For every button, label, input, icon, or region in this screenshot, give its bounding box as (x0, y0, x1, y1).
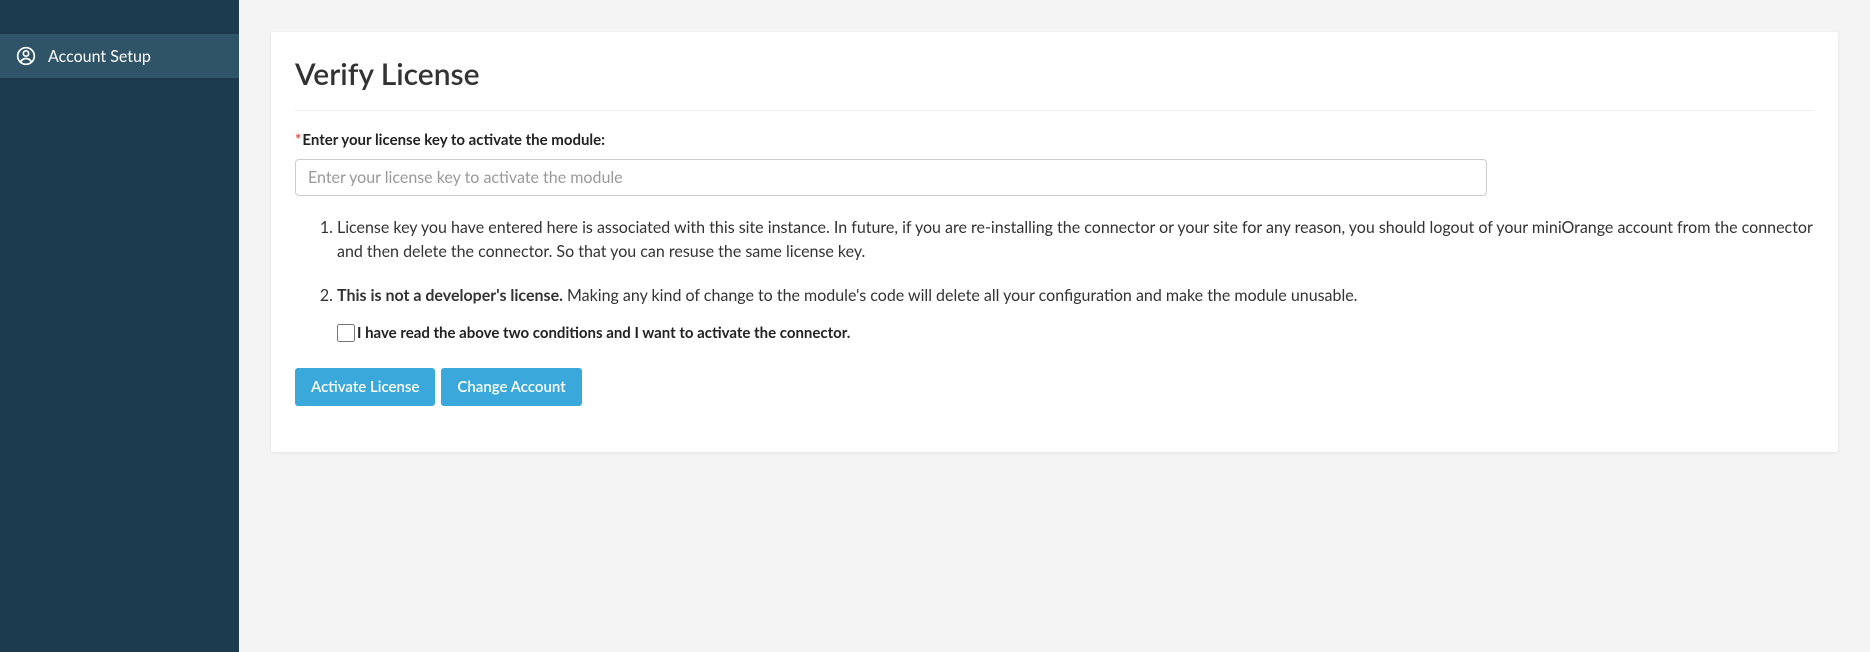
license-note-2: This is not a developer's license. Makin… (337, 284, 1814, 308)
license-note-2-bold: This is not a developer's license. (337, 286, 563, 305)
change-account-button[interactable]: Change Account (441, 368, 581, 406)
agree-checkbox[interactable] (337, 324, 355, 342)
sidebar: Account Setup (0, 0, 239, 652)
agree-row: I have read the above two conditions and… (337, 324, 1814, 342)
main-content: Verify License *Enter your license key t… (239, 0, 1870, 652)
agree-label[interactable]: I have read the above two conditions and… (357, 324, 850, 342)
license-key-label-text: Enter your license key to activate the m… (302, 131, 605, 149)
sidebar-item-label: Account Setup (48, 47, 151, 66)
license-notes-list: License key you have entered here is ass… (337, 216, 1814, 308)
sidebar-item-account-setup[interactable]: Account Setup (0, 34, 239, 78)
page-title: Verify License (295, 56, 1814, 111)
button-row: Activate License Change Account (295, 368, 1814, 406)
license-note-1: License key you have entered here is ass… (337, 216, 1814, 264)
user-circle-icon (16, 46, 36, 66)
license-note-2-rest: Making any kind of change to the module'… (563, 286, 1358, 305)
license-key-label: *Enter your license key to activate the … (295, 131, 1814, 149)
verify-license-card: Verify License *Enter your license key t… (271, 32, 1838, 452)
license-key-input[interactable] (295, 159, 1487, 196)
activate-license-button[interactable]: Activate License (295, 368, 435, 406)
sidebar-spacer (0, 0, 239, 34)
required-marker: * (295, 131, 301, 149)
